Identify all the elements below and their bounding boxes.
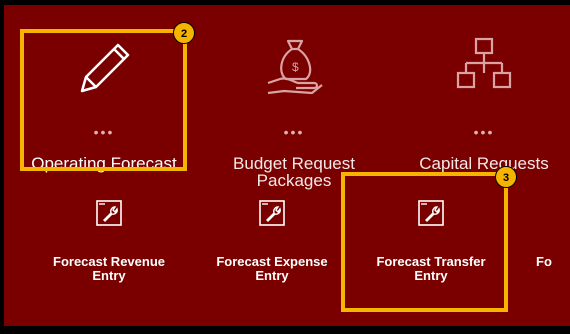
task-forecast-revenue-entry[interactable]: Forecast Revenue Entry [44, 200, 174, 290]
task-truncated[interactable]: Fo [536, 200, 570, 290]
tile-budget-request-packages[interactable]: $ ••• Budget Request Packages [214, 27, 374, 189]
task-label: Forecast Revenue Entry [53, 254, 165, 283]
tile-operating-forecast[interactable]: ••• Operating Forecast [24, 27, 184, 177]
tile-label: Operating Forecast [31, 154, 177, 173]
pencil-icon [80, 43, 130, 93]
task-label: Forecast Transfer Entry [376, 254, 486, 283]
task-forecast-expense-entry[interactable]: Forecast Expense Entry [207, 200, 337, 290]
callout-badge: 3 [495, 166, 517, 188]
wrench-form-icon [418, 200, 444, 226]
task-label: Forecast Expense Entry [216, 254, 328, 283]
callout-badge: 2 [173, 22, 195, 44]
tile-label: Capital Requests [419, 154, 549, 173]
task-forecast-transfer-entry[interactable]: Forecast Transfer Entry [366, 200, 496, 290]
tile-menu-dots[interactable]: ••• [214, 125, 374, 139]
tile-label: Budget Request Packages [233, 154, 355, 190]
org-chart-icon [456, 37, 512, 89]
svg-text:$: $ [292, 60, 299, 74]
task-label: Fo [536, 254, 552, 269]
tile-menu-dots[interactable]: ••• [24, 125, 184, 139]
tile-capital-requests[interactable]: ••• Capital Requests [404, 27, 564, 177]
screenshot-frame: ••• Operating Forecast $ ••• Budget Requ… [0, 0, 570, 334]
wrench-form-icon [259, 200, 285, 226]
springboard-panel: ••• Operating Forecast $ ••• Budget Requ… [4, 5, 570, 326]
money-bag-hand-icon: $ [267, 39, 323, 95]
tile-menu-dots[interactable]: ••• [404, 125, 564, 139]
wrench-form-icon [96, 200, 122, 226]
